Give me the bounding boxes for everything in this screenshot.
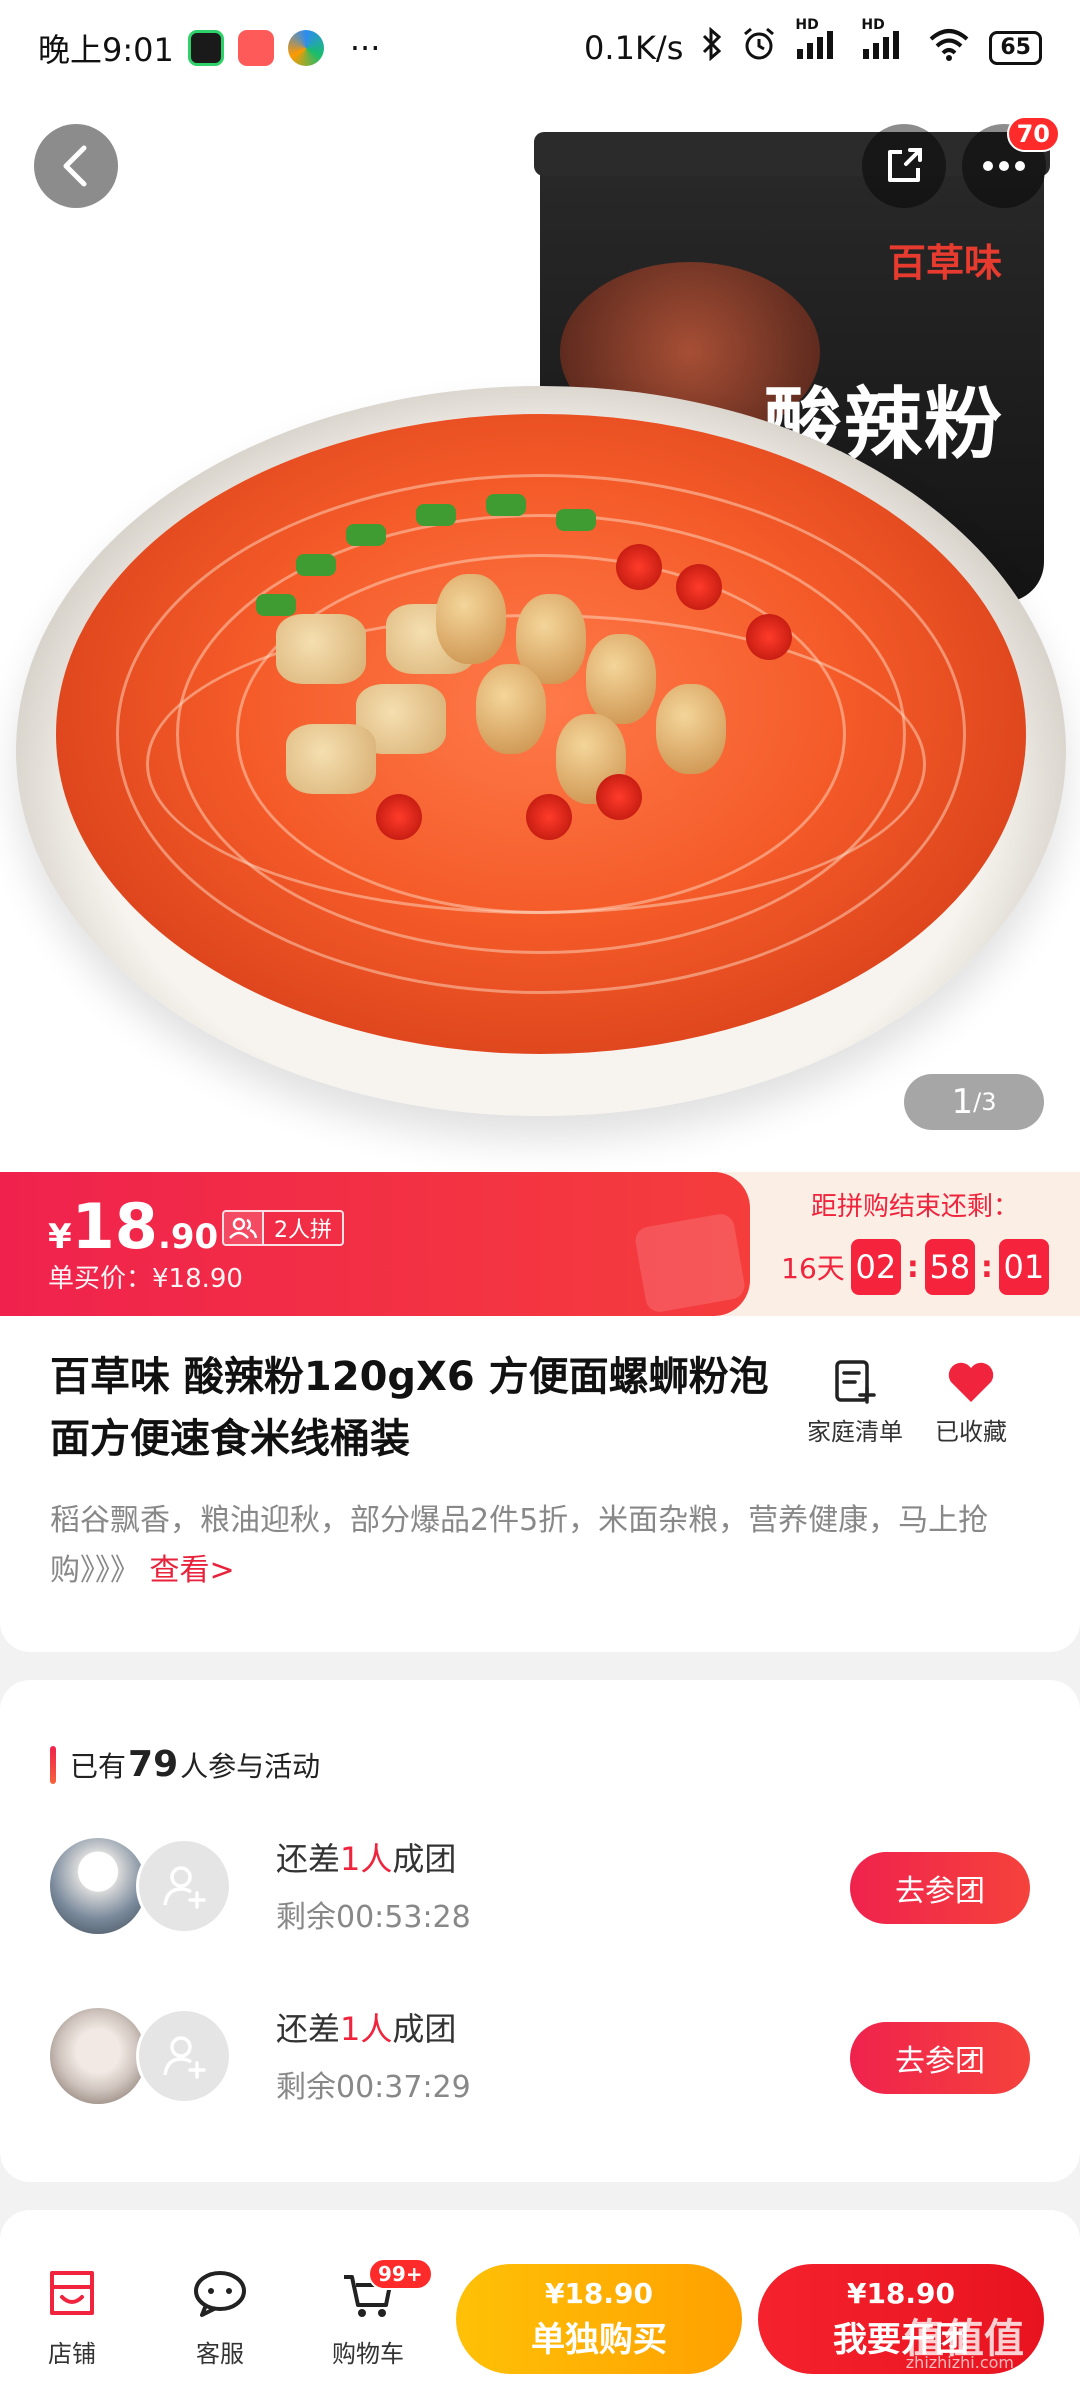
notification-badge: 70: [1006, 116, 1060, 152]
group-participants-header: 已有 79 人参与活动: [50, 1744, 320, 1785]
chat-icon: [160, 2254, 280, 2334]
cart-tab[interactable]: 99+ 购物车: [308, 2254, 433, 2369]
countdown-timer: 距拼购结束还剩： 16天 02 : 58 : 01: [750, 1172, 1080, 1316]
countdown-hours: 02: [850, 1239, 901, 1295]
add-person-icon: [163, 1866, 206, 1909]
alarm-icon: [741, 26, 777, 70]
customer-service-label: 客服: [196, 2340, 244, 2368]
countdown-minutes: 58: [924, 1239, 975, 1295]
app-notification-icon: [287, 30, 324, 66]
promo-text: 稻谷飘香，粮油迎秋，部分爆品2件5折，米面杂粮，营养健康，马上抢购》》》 查看>: [50, 1503, 989, 1588]
cart-icon: 99+: [308, 2254, 433, 2334]
shop-tab[interactable]: 店铺: [12, 2254, 132, 2369]
family-list-button[interactable]: 家庭清单: [790, 1352, 920, 1447]
shopping-bag-icon: [633, 1211, 747, 1315]
status-time: 晚上9:01: [38, 31, 174, 69]
signal-icon: HD: [861, 17, 909, 67]
favorite-button[interactable]: 已收藏: [906, 1352, 1036, 1447]
empty-slot-avatar: [136, 2008, 232, 2104]
buy-alone-label: 单独购买: [531, 2320, 667, 2360]
soup-image: [56, 414, 1026, 1054]
buy-alone-price: ¥18.90: [544, 2277, 654, 2310]
group-row: 还差1人成团 剩余00:53:28 去参团: [50, 1830, 1030, 1940]
buy-alone-button[interactable]: ¥18.90 单独购买: [456, 2264, 742, 2374]
group-need-text: 还差1人成团: [276, 1840, 457, 1878]
app-notification-icon: [237, 30, 274, 66]
countdown-title: 距拼购结束还剩：: [810, 1192, 1019, 1222]
bottom-action-bar: 店铺 客服 99+ 购物车 ¥18.90 单独购买 ¥18.90 我要开团 值值…: [0, 2240, 1080, 2400]
cup-brand: 百草味: [887, 240, 1002, 285]
signal-icon: HD: [795, 17, 843, 67]
group-row: 还差1人成团 剩余00:37:29 去参团: [50, 2000, 1030, 2110]
app-notification-icon: [187, 30, 224, 66]
list-add-icon: [790, 1352, 920, 1412]
wifi-icon: [927, 27, 971, 69]
chevron-left-icon: [63, 145, 87, 187]
start-group-button[interactable]: ¥18.90 我要开团 值值值 zhizhizhi.com: [758, 2264, 1044, 2374]
countdown-seconds: 01: [998, 1239, 1049, 1295]
people-icon: [224, 1212, 264, 1244]
more-dots-icon: [983, 161, 1025, 171]
single-price: 单买价：¥18.90: [48, 1264, 243, 1294]
join-group-button[interactable]: 去参团: [850, 1852, 1030, 1924]
share-icon: [888, 148, 922, 182]
avatar: [50, 2008, 146, 2104]
price-panel: ¥ 18 .90 2人拼 单买价：¥18.90: [0, 1172, 750, 1316]
status-bar: 晚上9:01 ··· 0.1K/s HD HD 65: [0, 0, 1080, 96]
group-remaining-time: 剩余00:37:29: [276, 2070, 471, 2105]
countdown-days: 16天: [781, 1252, 845, 1285]
image-pager: 1 /3: [904, 1074, 1044, 1130]
group-size-tag: 2人拼: [222, 1210, 344, 1246]
group-need-text: 还差1人成团: [276, 2010, 457, 2048]
avatar: [50, 1838, 146, 1934]
join-group-button[interactable]: 去参团: [850, 2022, 1030, 2094]
more-menu-button[interactable]: 70: [962, 116, 1060, 208]
price-bar: ¥ 18 .90 2人拼 单买价：¥18.90 距拼购结束还剩： 16天 02 …: [0, 1172, 1080, 1316]
cart-label: 购物车: [332, 2340, 404, 2368]
group-remaining-time: 剩余00:53:28: [276, 1900, 471, 1935]
share-button[interactable]: [862, 124, 946, 208]
back-button[interactable]: [34, 124, 118, 208]
customer-service-tab[interactable]: 客服: [160, 2254, 280, 2369]
battery-indicator: 65: [989, 31, 1042, 65]
product-info-card: 百草味 酸辣粉120gX6 方便面螺蛳粉泡面方便速食米线桶装 家庭清单 已收藏 …: [0, 1316, 1080, 1652]
product-title: 百草味 酸辣粉120gX6 方便面螺蛳粉泡面方便速食米线桶装: [50, 1354, 769, 1462]
network-speed: 0.1K/s: [584, 29, 684, 67]
cart-count-badge: 99+: [368, 2258, 433, 2290]
product-image-carousel[interactable]: 百草味 酸辣粉 1 /3: [0, 96, 1080, 1172]
add-person-icon: [163, 2036, 206, 2079]
group-price: ¥ 18 .90: [48, 1190, 219, 1263]
favorite-label: 已收藏: [935, 1418, 1007, 1446]
group-buy-card: 已有 79 人参与活动 还差1人成团 剩余00:53:28 去参团 还差1人成团…: [0, 1680, 1080, 2182]
promo-view-link[interactable]: 查看>: [150, 1553, 235, 1588]
watermark-url: zhizhizhi.com: [905, 2353, 1014, 2372]
empty-slot-avatar: [136, 1838, 232, 1934]
family-list-label: 家庭清单: [807, 1418, 903, 1446]
heart-icon: [906, 1352, 1036, 1412]
more-notifications-icon: ···: [349, 29, 381, 67]
bluetooth-icon: [701, 26, 723, 69]
shop-icon: [12, 2254, 132, 2334]
shop-label: 店铺: [48, 2340, 96, 2368]
